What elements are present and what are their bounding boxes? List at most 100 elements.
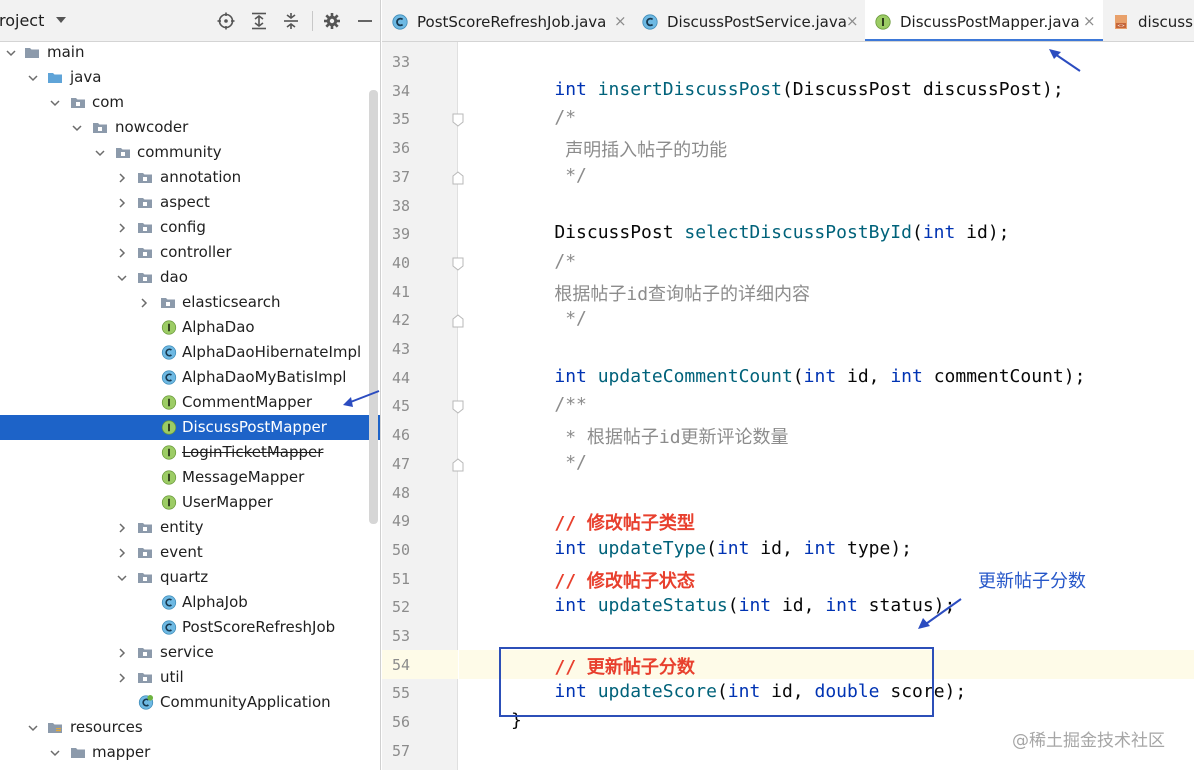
fold-close-icon[interactable] [452,458,464,472]
gear-icon[interactable] [323,12,341,30]
fold-open-icon[interactable] [452,400,464,415]
chevron-right-icon[interactable] [117,248,126,258]
chevron-right-icon[interactable] [117,648,126,658]
code-line[interactable]: int updateCommentCount(int id, int comme… [511,366,1085,387]
chevron-right-icon[interactable] [117,523,126,533]
tree-item[interactable]: community [0,140,380,165]
code-line[interactable]: int updateType(int id, int type); [511,538,912,559]
tab-pointer-arrow-icon [1049,49,1081,72]
tab-label: discussp [1138,13,1194,31]
chevron-down-icon[interactable] [117,273,127,282]
tree-item[interactable]: PostScoreRefreshJob [0,615,380,640]
tree-item[interactable]: annotation [0,165,380,190]
chevron-down-icon[interactable] [72,123,82,132]
tree-item[interactable]: config [0,215,380,240]
chevron-right-icon[interactable] [117,173,126,183]
package-icon [137,245,153,260]
chevron-down-icon[interactable] [50,98,60,107]
chevron-down-icon[interactable] [6,48,16,57]
code-token: id, [771,595,826,617]
tree-item[interactable]: main [0,40,380,65]
code-token: /* [554,250,577,272]
tree-item[interactable]: AlphaDao [0,315,380,340]
tree-item[interactable]: elasticsearch [0,290,380,315]
tree-item[interactable]: AlphaDaoMyBatisImpl [0,365,380,390]
chevron-right-icon[interactable] [139,298,148,308]
tree-item[interactable]: java [0,65,380,90]
chevron-right-icon[interactable] [117,673,126,683]
line-number: 45 [391,397,410,416]
code-line[interactable]: // 修改帖子状态 [511,567,695,593]
tree-item[interactable]: MessageMapper [0,465,380,490]
tab-discusspostmapper-java[interactable]: DiscussPostMapper.java × [865,0,1103,41]
code-line[interactable]: /** [511,394,587,415]
locate-icon[interactable] [217,12,235,30]
line-number: 44 [391,368,410,387]
tab-postscorerefreshjob-java[interactable]: PostScoreRefreshJob.java × [382,0,632,41]
code-line[interactable]: 根据帖子id查询帖子的详细内容 [511,280,810,306]
tree-item-label: main [47,43,85,61]
fold-open-icon[interactable] [452,113,464,128]
close-icon[interactable]: × [846,12,859,30]
code-line[interactable]: * 根据帖子id更新评论数量 [511,423,788,449]
code-line[interactable]: int insertDiscussPost(DiscussPost discus… [511,79,1063,100]
line-number: 41 [391,282,410,301]
chevron-right-icon[interactable] [117,548,126,558]
code-line[interactable]: */ [511,308,587,329]
fold-close-icon[interactable] [452,171,464,185]
chevron-right-icon[interactable] [117,198,126,208]
fold-close-icon[interactable] [452,314,464,328]
tree-item[interactable]: AlphaDaoHibernateImpl [0,340,380,365]
code-line[interactable]: // 修改帖子类型 [511,509,695,535]
tree-scrollbar[interactable] [369,90,378,524]
collapse-all-icon[interactable] [282,12,300,30]
chevron-right-icon[interactable] [117,223,126,233]
chevron-down-icon[interactable] [56,17,66,23]
tree-item[interactable]: service [0,640,380,665]
tree-item[interactable]: CommentMapper [0,390,380,415]
code-line[interactable]: */ [511,452,587,473]
tree-item[interactable]: event [0,540,380,565]
tab-discusspostservice-java[interactable]: DiscussPostService.java × [632,0,865,41]
tree-item[interactable]: controller [0,240,380,265]
tab-discussp[interactable]: <> discussp [1103,0,1194,41]
package-icon [137,170,153,185]
code-line[interactable]: */ [511,165,587,186]
code-line[interactable]: DiscussPost selectDiscussPostById(int id… [511,222,1009,243]
tree-item[interactable]: DiscussPostMapper [0,415,380,440]
close-icon[interactable]: × [1083,12,1096,30]
tree-item[interactable]: util [0,665,380,690]
chevron-down-icon[interactable] [117,573,127,582]
chevron-down-icon[interactable] [50,748,60,757]
tree-item[interactable]: LoginTicketMapper [0,440,380,465]
code-line[interactable]: /* [511,107,576,128]
tree-item[interactable]: UserMapper [0,490,380,515]
tree-item[interactable]: CommunityApplication [0,690,380,715]
tree-item[interactable]: AlphaJob [0,590,380,615]
class-icon [161,370,177,385]
code-line[interactable]: /* [511,251,576,272]
chevron-down-icon[interactable] [28,723,38,732]
expand-all-icon[interactable] [250,12,268,30]
close-icon[interactable]: × [614,12,627,30]
code-line[interactable]: 声明插入帖子的功能 [511,136,727,162]
toolbar-separator [312,11,313,31]
tree-item[interactable]: aspect [0,190,380,215]
tab-label: DiscussPostMapper.java [900,13,1080,31]
code-line[interactable]: int updateStatus(int id, int status); [511,595,955,616]
tree-item[interactable]: nowcoder [0,115,380,140]
tree-item[interactable]: quartz [0,565,380,590]
fold-open-icon[interactable] [452,257,464,271]
tree-item[interactable]: resources [0,715,380,740]
chevron-down-icon[interactable] [28,73,38,82]
chevron-down-icon[interactable] [95,148,105,157]
tree-item[interactable]: dao [0,265,380,290]
tree-item[interactable]: com [0,90,380,115]
tree-item[interactable]: entity [0,515,380,540]
hide-panel-icon[interactable] [356,12,374,30]
tree-item[interactable]: mapper [0,740,380,765]
project-view-title[interactable]: roject [0,11,44,30]
